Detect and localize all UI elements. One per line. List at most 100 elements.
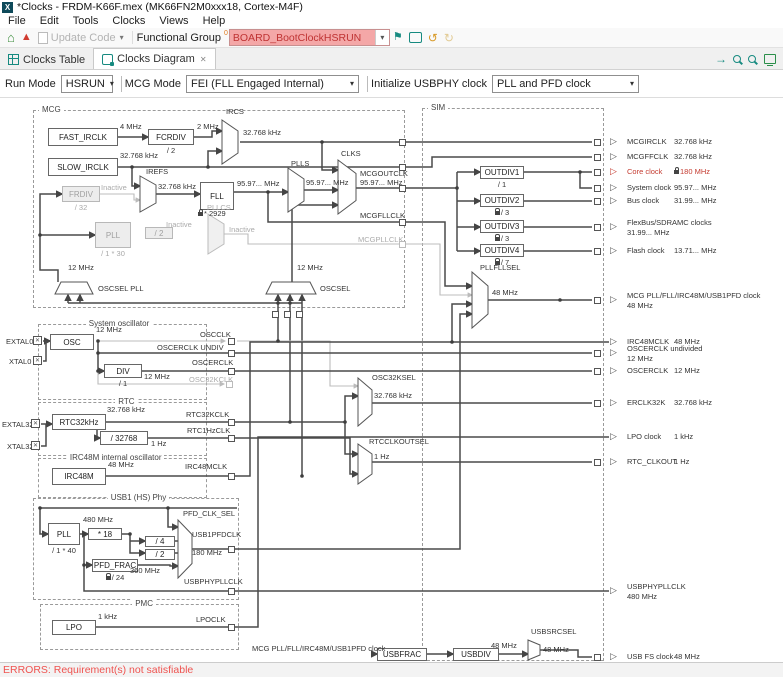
diagram-label-48-mhz: 48 MHz [491,641,517,650]
output-label-usbphypllclk[interactable]: USBPHYPLLCLK [627,582,686,591]
connector-square[interactable] [399,139,406,146]
block-sub-outdiv2: / 3 [472,208,532,217]
connector-square[interactable] [228,624,235,631]
output-arrow-icon: ▷ [610,166,617,176]
output-connector-oscerclk[interactable] [594,368,601,375]
output-arrow-icon: ▷ [610,585,617,595]
diagram-label-clks: CLKS [341,149,361,158]
junction-dot [450,340,454,344]
output-connector-bus-clock[interactable] [594,198,601,205]
block-lpo-17[interactable]: LPO [52,620,96,635]
clocks-tool-window: X *Clocks - FRDM-K66F.mex (MK66FN2M0xxx1… [0,0,783,677]
output-label-mcgirclk[interactable]: MCGIRCLK [627,137,667,146]
mux-rtcclkoutsel[interactable] [357,443,373,485]
output-label-usb-fs-clock[interactable]: USB FS clock [627,652,673,661]
block-slow-irclk-1[interactable]: SLOW_IRCLK [48,158,118,176]
pin-extal32[interactable]: ✕ [31,419,40,428]
connector-square[interactable] [228,546,235,553]
mux-irefs[interactable] [139,175,157,213]
diagram-label-1-hz: 1 Hz [151,439,167,448]
connector-square[interactable] [228,435,235,442]
block-div-8[interactable]: DIV [104,364,142,378]
output-label-erclk32k[interactable]: ERCLK32K [627,398,665,407]
mux-pllcs[interactable] [207,213,225,255]
block-fcrdiv-2[interactable]: FCRDIV [148,129,194,145]
output-connector-rtc-clkout[interactable] [594,459,601,466]
output-label-mcgffclk[interactable]: MCGFFCLK [627,152,668,161]
block-frdiv-3[interactable]: FRDIV [62,186,100,202]
output-value-core-clock: 180 MHz [674,167,710,176]
connector-square[interactable] [296,311,303,318]
output-label-lpo-clock[interactable]: LPO clock [627,432,661,441]
output-connector-mcg-pll-fll-irc48m-usb1pfd-clock[interactable] [594,297,601,304]
block-outdiv1-18[interactable]: OUTDIV1 [480,166,524,179]
block-32768-10[interactable]: / 32768 [100,431,148,445]
block-irc48m-11[interactable]: IRC48M [52,468,106,485]
output-label-mcg-pll-fll-irc48m-usb1pfd-clock[interactable]: MCG PLL/FLL/IRC48M/USB1PFD clock [627,291,760,300]
junction-dot [96,339,100,343]
diagram-label-lpoclk: LPOCLK [196,615,226,624]
lock-icon [105,573,111,580]
output-label-core-clock[interactable]: Core clock [627,167,662,176]
output-connector-mcgffclk[interactable] [594,154,601,161]
pin-xtal0[interactable]: ✕ [33,356,42,365]
output-label-system-clock[interactable]: System clock [627,183,671,192]
output-connector-oscerclk-undivided[interactable] [594,350,601,357]
output-label-rtc-clkout[interactable]: RTC_CLKOUT [627,457,677,466]
mux-pfd-clk-sel[interactable] [177,518,193,580]
diagram-label-12-mhz: 12 MHz [144,372,170,381]
block-outdiv4-21[interactable]: OUTDIV4 [480,244,524,257]
output-connector-erclk32k[interactable] [594,400,601,407]
connector-square[interactable] [284,311,291,318]
output-connector-mcgirclk[interactable] [594,139,601,146]
connector-square[interactable] [228,473,235,480]
output-arrow-icon: ▷ [610,336,617,346]
output-connector-core-clock[interactable] [594,169,601,176]
block-fast-irclk-0[interactable]: FAST_IRCLK [48,128,118,146]
diagram-label-ircs: IRCS [226,107,244,116]
output-connector-system-clock[interactable] [594,185,601,192]
block-18-13[interactable]: * 18 [88,528,122,540]
mux-oscsel[interactable] [265,281,317,295]
mux-usbsrcsel[interactable] [527,639,541,661]
connector-square[interactable] [399,185,406,192]
output-arrow-icon: ▷ [610,221,617,231]
connector-square[interactable] [399,219,406,226]
output-label-flash-clock[interactable]: Flash clock [627,246,665,255]
output-connector-flexbus-sdramc-clocks[interactable] [594,224,601,231]
pin-extal0[interactable]: ✕ [33,336,42,345]
output-label-oscerclk[interactable]: OSCERCLK [627,366,668,375]
connector-square[interactable] [399,241,406,248]
output-connector-flash-clock[interactable] [594,248,601,255]
output-value-flexbus-sdramc-clocks: 31.99... MHz [627,228,670,237]
connector-square[interactable] [228,338,235,345]
block-outdiv3-20[interactable]: OUTDIV3 [480,220,524,233]
block-outdiv2-19[interactable]: OUTDIV2 [480,194,524,207]
output-label-oscerclk-undivided[interactable]: OSCERCLK undivided [627,344,702,353]
diagram-label-pllcs: PLLCS [207,203,231,212]
output-label-flexbus-sdramc-clocks[interactable]: FlexBus/SDRAMC clocks [627,218,712,227]
block-rtc32khz-9[interactable]: RTC32kHz [52,414,106,430]
junction-dot [558,298,562,302]
mux-ircs[interactable] [221,119,239,165]
connector-square[interactable] [272,311,279,318]
connector-square[interactable] [228,588,235,595]
output-connector-usb-fs-clock[interactable] [594,654,601,661]
junction-dot [166,506,170,510]
pin-xtal32[interactable]: ✕ [31,441,40,450]
connector-square[interactable] [228,419,235,426]
output-label-bus-clock[interactable]: Bus clock [627,196,659,205]
block-pll-5[interactable]: PLL [95,222,131,248]
block-4-14[interactable]: / 4 [145,536,175,547]
mux-oscsel-pll[interactable] [54,281,94,295]
pin-label-extal32: EXTAL32 [2,420,34,429]
mux-osc32ksel[interactable] [357,376,373,428]
block-osc-7[interactable]: OSC [50,334,94,350]
block-2-15[interactable]: / 2 [145,549,175,560]
connector-square[interactable] [399,164,406,171]
connector-square[interactable] [228,350,235,357]
connector-square[interactable] [226,381,233,388]
mux-pllfllsel[interactable] [471,270,489,330]
connector-square[interactable] [228,368,235,375]
block-pll-12[interactable]: PLL [48,523,80,545]
